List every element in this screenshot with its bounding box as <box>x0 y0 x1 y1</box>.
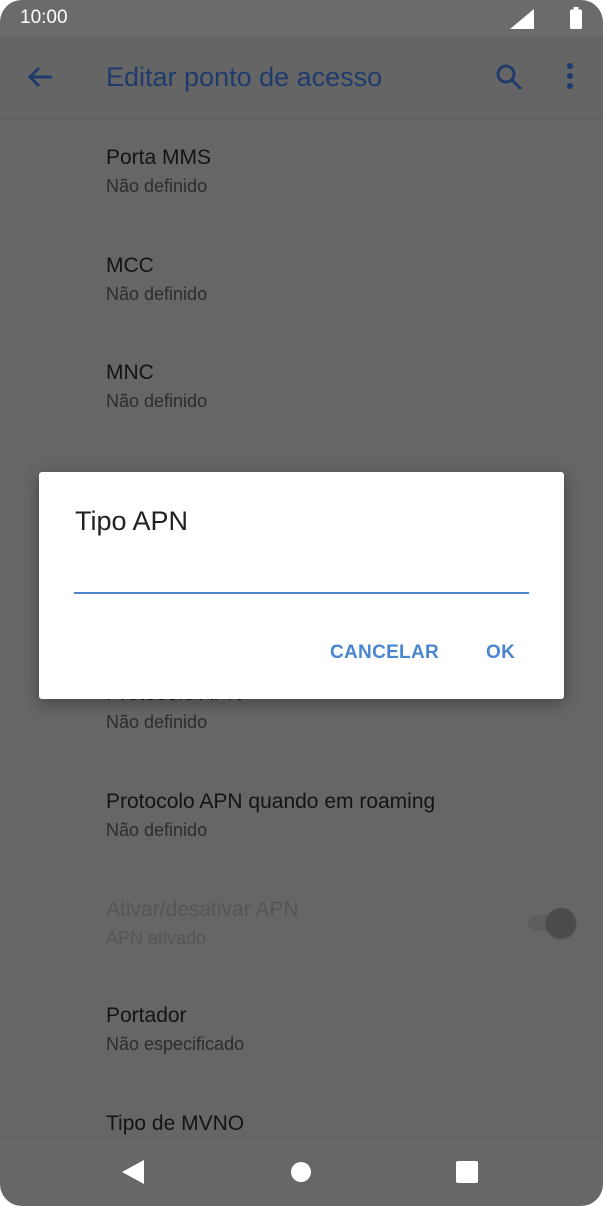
pref-ativar-apn: Ativar/desativar APN APN ativado <box>106 898 299 949</box>
apn-type-input[interactable] <box>74 568 529 594</box>
pref-protocolo-apn-roaming[interactable]: Protocolo APN quando em roaming Não defi… <box>106 790 435 841</box>
pref-title: Protocolo APN quando em roaming <box>106 790 436 813</box>
pref-title: Ativar/desativar APN <box>106 898 299 921</box>
app-bar: Editar ponto de acesso <box>0 36 603 119</box>
nav-home-icon[interactable] <box>290 1161 312 1188</box>
nav-back-icon[interactable] <box>122 1160 144 1189</box>
pref-mcc[interactable]: MCC Não definido <box>106 254 207 305</box>
pref-title: MNC <box>106 361 154 384</box>
apn-enable-toggle[interactable] <box>526 906 576 940</box>
apn-type-dialog: Tipo APN CANCELAR OK <box>39 472 564 699</box>
dialog-title: Tipo APN <box>75 506 189 536</box>
pref-summary: Não especificado <box>106 1034 245 1054</box>
battery-icon <box>570 7 582 34</box>
status-bar: 10:00 <box>0 0 603 36</box>
pref-summary: Não definido <box>106 176 208 196</box>
nav-recents-icon[interactable] <box>456 1161 478 1188</box>
back-arrow-icon[interactable] <box>26 62 56 97</box>
phone-screen: 10:00 Editar ponto de acesso Porta MMS N… <box>0 0 603 1206</box>
status-time: 10:00 <box>20 7 68 28</box>
search-icon[interactable] <box>494 62 524 97</box>
ok-button[interactable]: OK <box>486 642 515 664</box>
pref-porta-mms[interactable]: Porta MMS Não definido <box>106 146 211 197</box>
cancel-button[interactable]: CANCELAR <box>330 642 439 664</box>
pref-title: MCC <box>106 254 154 277</box>
pref-title: Porta MMS <box>106 146 212 169</box>
page-title: Editar ponto de acesso <box>106 62 383 92</box>
signal-icon <box>510 9 534 34</box>
pref-summary: Não definido <box>106 391 208 411</box>
navigation-bar <box>0 1137 603 1206</box>
more-vert-icon[interactable] <box>563 60 577 99</box>
pref-summary: APN ativado <box>106 928 207 948</box>
pref-summary: Não definido <box>106 712 208 732</box>
toggle-thumb <box>546 908 576 938</box>
pref-portador[interactable]: Portador Não especificado <box>106 1004 244 1055</box>
pref-summary: Não definido <box>106 820 208 840</box>
pref-mnc[interactable]: MNC Não definido <box>106 361 207 412</box>
pref-title: Portador <box>106 1004 187 1027</box>
pref-tipo-mvno[interactable]: Tipo de MVNO <box>106 1112 244 1136</box>
pref-title: Tipo de MVNO <box>106 1112 245 1135</box>
pref-summary: Não definido <box>106 284 208 304</box>
